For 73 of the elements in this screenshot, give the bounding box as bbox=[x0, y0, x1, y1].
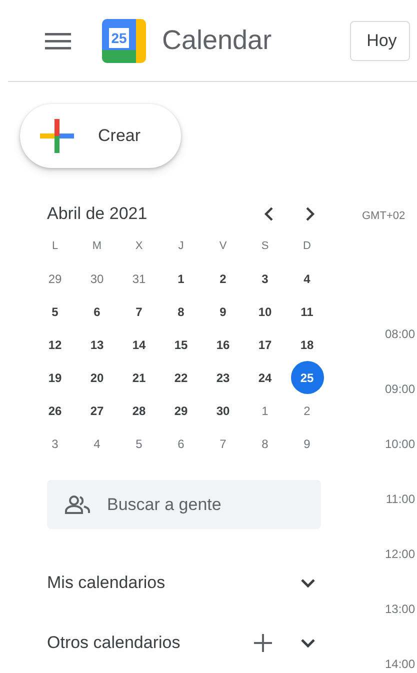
day-cell[interactable]: 2 bbox=[290, 394, 324, 427]
day-cell[interactable]: 1 bbox=[248, 394, 282, 427]
day-cell[interactable]: 8 bbox=[248, 427, 282, 460]
next-month-icon[interactable] bbox=[304, 207, 316, 221]
create-button[interactable]: Crear bbox=[20, 104, 181, 168]
weekday-label: V bbox=[218, 238, 228, 254]
weekday-label: S bbox=[260, 238, 270, 254]
expand-icon[interactable] bbox=[301, 638, 315, 648]
day-cell[interactable]: 28 bbox=[122, 394, 156, 427]
day-cell[interactable]: 27 bbox=[80, 394, 114, 427]
day-cell[interactable]: 1 bbox=[164, 262, 198, 295]
day-cell[interactable]: 6 bbox=[164, 427, 198, 460]
day-cell[interactable]: 9 bbox=[290, 427, 324, 460]
day-cell[interactable]: 13 bbox=[80, 328, 114, 361]
day-cell[interactable]: 20 bbox=[80, 361, 114, 394]
day-cell[interactable]: 14 bbox=[122, 328, 156, 361]
day-cell[interactable]: 22 bbox=[164, 361, 198, 394]
weekday-label: D bbox=[302, 238, 312, 254]
day-cell[interactable]: 26 bbox=[38, 394, 72, 427]
hour-label: 12:00 bbox=[384, 547, 415, 563]
calendar-logo: 25 bbox=[102, 18, 146, 62]
day-cell[interactable]: 29 bbox=[38, 262, 72, 295]
plus-icon bbox=[40, 119, 74, 153]
hour-label: 10:00 bbox=[384, 437, 415, 453]
day-cell[interactable]: 29 bbox=[164, 394, 198, 427]
timezone-label: GMT+02 bbox=[362, 210, 406, 222]
menu-icon[interactable] bbox=[45, 32, 71, 50]
day-cell[interactable]: 3 bbox=[38, 427, 72, 460]
day-cell[interactable]: 2 bbox=[206, 262, 240, 295]
hour-label: 08:00 bbox=[384, 327, 415, 343]
section-title[interactable]: Otros calendarios bbox=[47, 633, 254, 653]
day-cell[interactable]: 18 bbox=[290, 328, 324, 361]
day-cell[interactable]: 3 bbox=[248, 262, 282, 295]
hour-label: 11:00 bbox=[386, 492, 415, 508]
weekday-label: M bbox=[91, 238, 103, 254]
hour-label: 09:00 bbox=[384, 382, 415, 398]
section-title[interactable]: Mis calendarios bbox=[47, 573, 301, 593]
day-cell[interactable]: 9 bbox=[206, 295, 240, 328]
day-cell[interactable]: 12 bbox=[38, 328, 72, 361]
day-cell[interactable]: 7 bbox=[206, 427, 240, 460]
people-search-field[interactable]: Buscar a gente bbox=[47, 480, 321, 529]
day-cell[interactable]: 16 bbox=[206, 328, 240, 361]
day-cell[interactable]: 10 bbox=[248, 295, 282, 328]
day-cell[interactable]: 5 bbox=[38, 295, 72, 328]
day-cell[interactable]: 7 bbox=[122, 295, 156, 328]
weekday-label: L bbox=[50, 238, 60, 254]
add-icon[interactable] bbox=[254, 634, 272, 652]
people-icon bbox=[65, 495, 91, 515]
month-title: Abril de 2021 bbox=[47, 204, 148, 224]
day-cell[interactable]: 31 bbox=[122, 262, 156, 295]
previous-month-icon[interactable] bbox=[263, 207, 275, 221]
day-cell[interactable]: 15 bbox=[164, 328, 198, 361]
expand-icon[interactable] bbox=[301, 578, 315, 588]
hour-label: 14:00 bbox=[384, 657, 415, 673]
day-cell[interactable]: 30 bbox=[80, 262, 114, 295]
weekday-label: J bbox=[177, 238, 185, 254]
weekday-label: X bbox=[134, 238, 144, 254]
day-cell[interactable]: 4 bbox=[80, 427, 114, 460]
day-cell[interactable]: 4 bbox=[290, 262, 324, 295]
day-cell[interactable]: 25 bbox=[290, 361, 324, 394]
hour-label: 13:00 bbox=[384, 602, 415, 618]
day-cell[interactable]: 24 bbox=[248, 361, 282, 394]
day-cell[interactable]: 19 bbox=[38, 361, 72, 394]
day-cell[interactable]: 21 bbox=[122, 361, 156, 394]
day-cell[interactable]: 11 bbox=[290, 295, 324, 328]
day-cell[interactable]: 6 bbox=[80, 295, 114, 328]
day-cell[interactable]: 17 bbox=[248, 328, 282, 361]
day-cell[interactable]: 30 bbox=[206, 394, 240, 427]
day-cell[interactable]: 8 bbox=[164, 295, 198, 328]
day-cell[interactable]: 23 bbox=[206, 361, 240, 394]
today-button[interactable]: Hoy bbox=[350, 20, 410, 60]
day-cell[interactable]: 5 bbox=[122, 427, 156, 460]
app-title: Calendar bbox=[162, 25, 272, 56]
